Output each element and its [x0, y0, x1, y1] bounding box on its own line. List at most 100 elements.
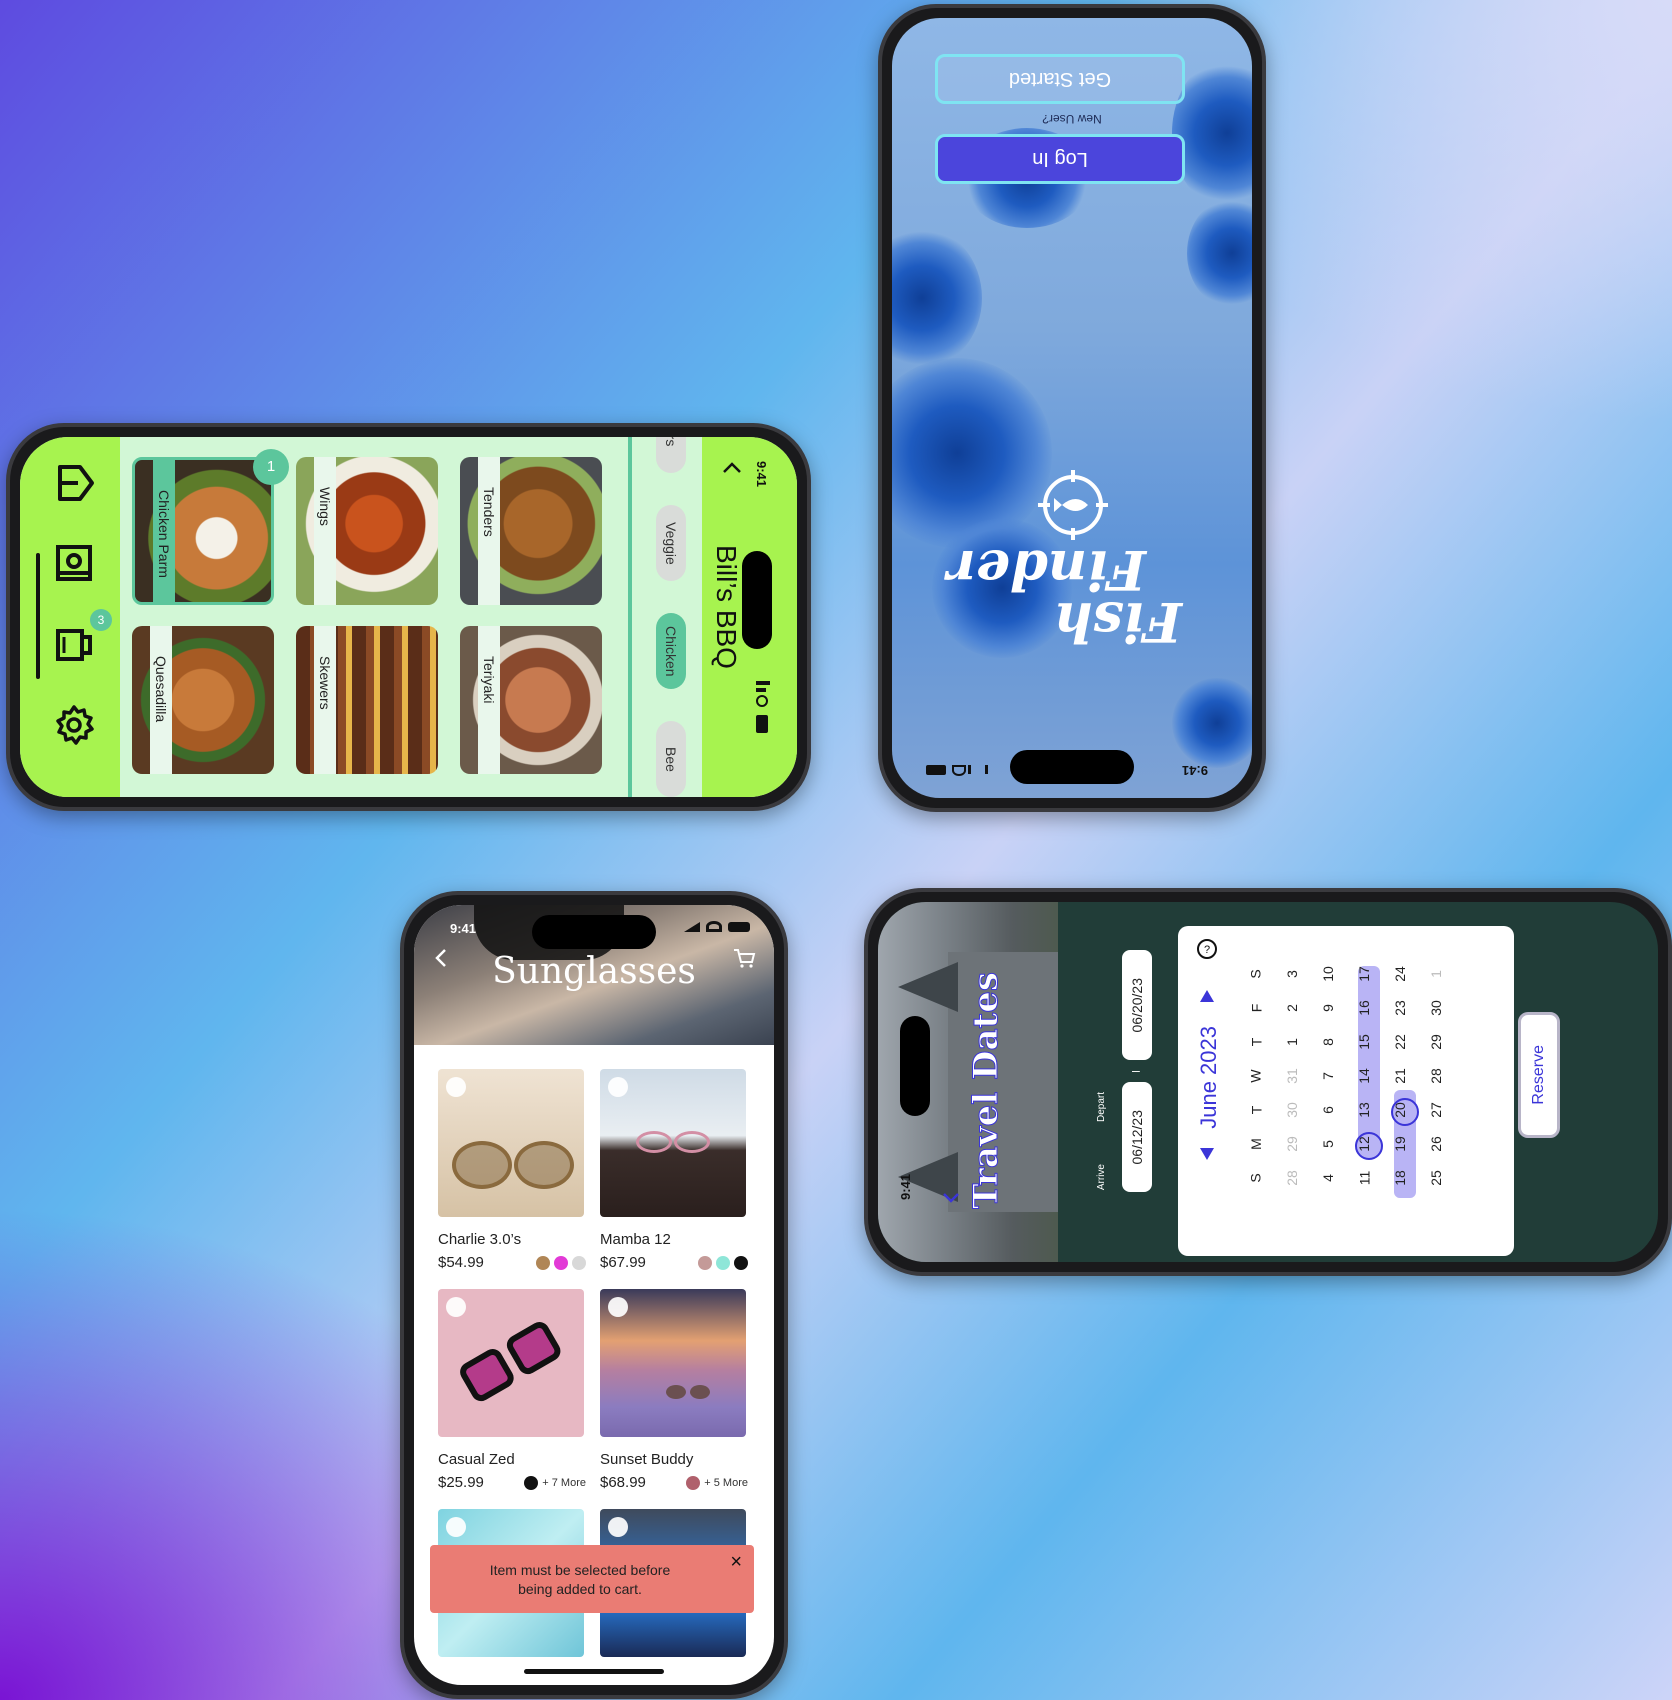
calendar-day[interactable]: 1: [1420, 958, 1452, 990]
settings-icon[interactable]: [52, 703, 96, 747]
calendar-day[interactable]: 24: [1384, 958, 1416, 990]
more-colors-label[interactable]: + 7 More: [542, 1477, 586, 1489]
calendar-day[interactable]: 25: [1420, 1162, 1452, 1194]
product-card[interactable]: Sunset Buddy $68.99 + 5 More: [600, 1289, 748, 1491]
product-card[interactable]: Mamba 12 $67.99: [600, 1069, 748, 1271]
select-radio[interactable]: [608, 1517, 628, 1537]
product-card[interactable]: Casual Zed $25.99 + 7 More: [438, 1289, 586, 1491]
calendar-day[interactable]: 9: [1312, 992, 1344, 1024]
depart-date-field[interactable]: 06/20/23: [1122, 950, 1152, 1060]
color-swatch[interactable]: [524, 1476, 539, 1491]
calendar-day[interactable]: 2: [1276, 992, 1308, 1024]
select-radio[interactable]: [446, 1517, 466, 1537]
select-radio[interactable]: [608, 1077, 628, 1097]
calendar-day[interactable]: 17: [1348, 958, 1380, 990]
calendar-day[interactable]: 15: [1348, 1026, 1380, 1058]
calendar-day[interactable]: 30: [1276, 1094, 1308, 1126]
calendar-day[interactable]: 8: [1312, 1026, 1344, 1058]
login-button[interactable]: Log In: [935, 134, 1185, 184]
color-swatch[interactable]: [698, 1256, 712, 1271]
food-card-wings[interactable]: Wings: [296, 457, 438, 605]
select-radio[interactable]: [446, 1297, 466, 1317]
cart-icon[interactable]: [732, 947, 756, 969]
next-month-icon[interactable]: [1200, 990, 1214, 1002]
food-label-tag: Teriyaki: [478, 626, 500, 774]
color-swatch[interactable]: [536, 1256, 550, 1271]
calendar-day[interactable]: 29: [1420, 1026, 1452, 1058]
food-card-chicken-parm[interactable]: Chicken Parm: [132, 457, 274, 605]
travel-screen: 9:41 Travel Dates Depart 06/20/23 Arrive…: [878, 902, 1658, 1262]
food-label-tag: Wings: [314, 457, 336, 605]
calendar-day[interactable]: 16: [1348, 992, 1380, 1024]
food-card-teriyaki[interactable]: Teriyaki: [460, 626, 602, 774]
chevron-down-icon[interactable]: [940, 1186, 962, 1208]
exit-icon[interactable]: [52, 461, 96, 505]
calendar-day[interactable]: 11: [1348, 1162, 1380, 1194]
chevron-back-icon[interactable]: [720, 457, 744, 481]
arrive-date-field[interactable]: 06/12/23: [1122, 1082, 1152, 1192]
color-swatch[interactable]: [716, 1256, 730, 1271]
calendar-day[interactable]: 5: [1312, 1128, 1344, 1160]
product-image: [438, 1069, 584, 1217]
select-radio[interactable]: [446, 1077, 466, 1097]
app-title: Fish Finder: [947, 538, 1182, 654]
color-swatch[interactable]: [734, 1256, 748, 1271]
food-label: Wings: [317, 487, 333, 526]
color-swatch[interactable]: [686, 1476, 701, 1491]
calendar-day[interactable]: 18: [1384, 1162, 1416, 1194]
category-chip-veggie[interactable]: Veggie: [656, 505, 686, 581]
calendar-day[interactable]: 27: [1420, 1094, 1452, 1126]
color-swatch[interactable]: [554, 1256, 568, 1271]
close-icon[interactable]: ×: [730, 1551, 742, 1574]
product-price: $67.99: [600, 1254, 748, 1271]
select-radio[interactable]: [608, 1297, 628, 1317]
category-chip-chicken[interactable]: Chicken: [656, 613, 686, 689]
reserve-button[interactable]: Reserve: [1518, 1012, 1560, 1138]
weekday-label: F: [1248, 1003, 1264, 1013]
calendar-day[interactable]: 28: [1276, 1162, 1308, 1194]
calendar-day[interactable]: 10: [1312, 958, 1344, 990]
dynamic-island: [1010, 750, 1134, 784]
prev-month-icon[interactable]: [1200, 1148, 1214, 1160]
fish-phone: 9:41 Fish Finder Log In New User? Get St…: [878, 4, 1266, 812]
category-chip-starters[interactable]: ters: [656, 437, 686, 473]
calendar-day[interactable]: 6: [1312, 1094, 1344, 1126]
calendar-day[interactable]: 21: [1384, 1060, 1416, 1092]
get-started-button[interactable]: Get Started: [935, 54, 1185, 104]
food-card-quesadilla[interactable]: Quesadilla: [132, 626, 274, 774]
calendar-day[interactable]: 14: [1348, 1060, 1380, 1092]
calendar-day[interactable]: 31: [1276, 1060, 1308, 1092]
more-colors-label[interactable]: + 5 More: [704, 1477, 748, 1489]
food-label-tag: Skewers: [314, 626, 336, 774]
calendar-day[interactable]: 7: [1312, 1060, 1344, 1092]
calendar-day[interactable]: 19: [1384, 1128, 1416, 1160]
food-card-tenders[interactable]: Tenders: [460, 457, 602, 605]
app-title-line2: Finder: [947, 538, 1146, 602]
calendar-day[interactable]: 12: [1348, 1128, 1380, 1160]
menu-icon[interactable]: [52, 541, 96, 585]
food-card-skewers[interactable]: Skewers: [296, 626, 438, 774]
calendar-day[interactable]: 26: [1420, 1128, 1452, 1160]
dynamic-island: [742, 551, 772, 649]
product-name: Mamba 12: [600, 1231, 671, 1248]
new-user-label: New User?: [1042, 112, 1102, 126]
product-card[interactable]: Charlie 3.0’s $54.99: [438, 1069, 586, 1271]
calendar-day[interactable]: 23: [1384, 992, 1416, 1024]
product-price: $25.99 + 7 More: [438, 1474, 586, 1491]
cart-icon[interactable]: [52, 621, 96, 665]
calendar-day[interactable]: 29: [1276, 1128, 1308, 1160]
calendar-day[interactable]: 1: [1276, 1026, 1308, 1058]
color-swatch[interactable]: [572, 1256, 586, 1271]
dynamic-island: [532, 915, 656, 949]
calendar-day[interactable]: 20: [1384, 1094, 1416, 1126]
calendar-day[interactable]: 3: [1276, 958, 1308, 990]
food-label-tag: Chicken Parm: [153, 460, 175, 602]
calendar-day[interactable]: 4: [1312, 1162, 1344, 1194]
calendar-day[interactable]: 28: [1420, 1060, 1452, 1092]
category-chip-beef[interactable]: Bee: [656, 721, 686, 797]
food-label: Teriyaki: [481, 656, 497, 704]
help-icon[interactable]: ?: [1196, 938, 1218, 960]
calendar-day[interactable]: 13: [1348, 1094, 1380, 1126]
calendar-day[interactable]: 30: [1420, 992, 1452, 1024]
calendar-day[interactable]: 22: [1384, 1026, 1416, 1058]
